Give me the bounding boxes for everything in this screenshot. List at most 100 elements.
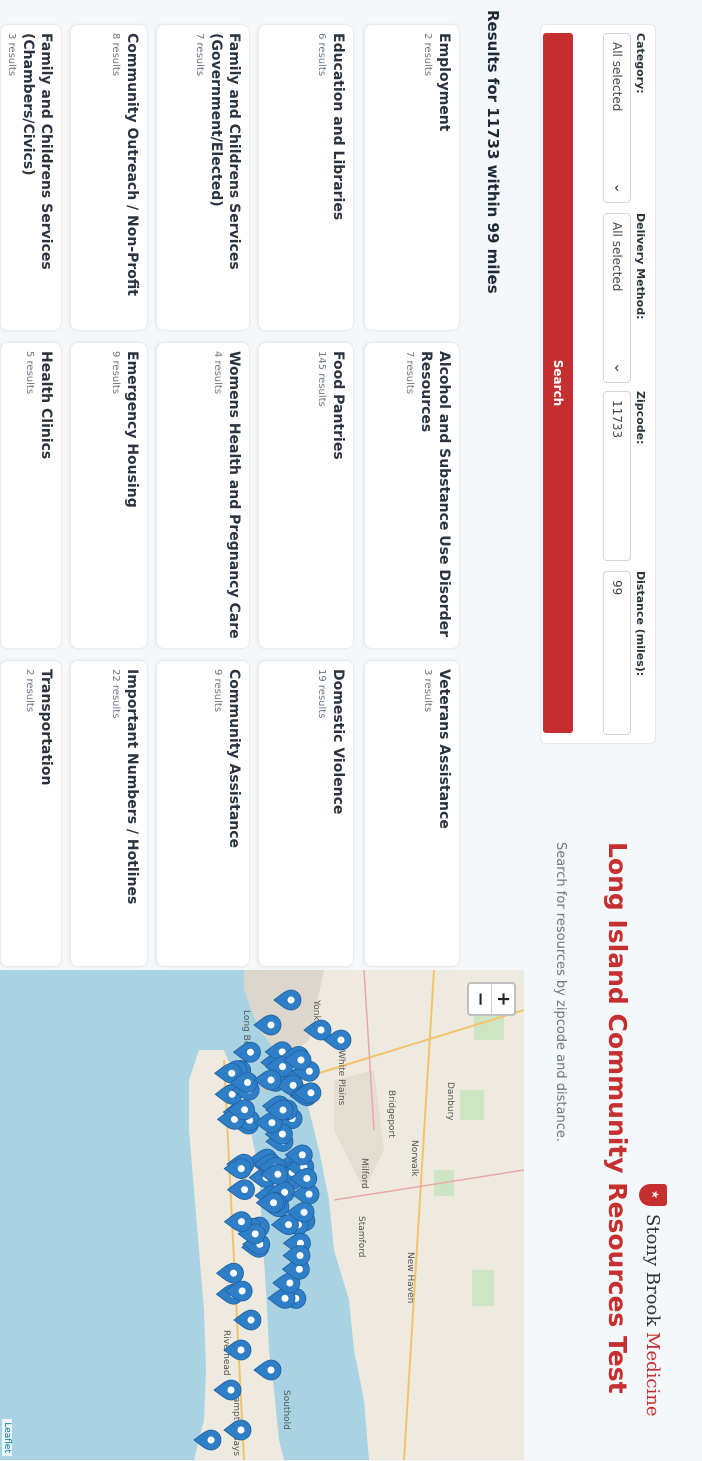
result-card[interactable]: Education and Libraries 6 results xyxy=(258,24,354,331)
result-card-count: 2 results xyxy=(422,33,433,77)
result-card-count: 22 results xyxy=(110,669,121,719)
page-title: Long Island Community Resources Test xyxy=(603,842,632,1394)
map-marker-dot xyxy=(285,1221,293,1229)
search-button[interactable]: Search xyxy=(543,33,573,733)
result-card-title: Community Outreach / Non-Profit xyxy=(124,33,140,296)
result-card-count: 8 results xyxy=(110,33,121,77)
category-select[interactable]: All selected ⌄ xyxy=(603,33,631,203)
svg-text:New Haven: New Haven xyxy=(405,1252,415,1303)
result-card[interactable]: Community Outreach / Non-Profit 8 results xyxy=(70,24,148,331)
map-marker-dot xyxy=(278,1130,286,1138)
result-card-title: Education and Libraries xyxy=(330,33,346,221)
result-card-count: 145 results xyxy=(316,351,327,407)
result-card[interactable]: Womens Health and Pregnancy Care 4 result… xyxy=(156,342,250,649)
result-card-title: Womens Health and Pregnancy Care xyxy=(226,351,242,639)
map-marker-dot xyxy=(238,1287,246,1295)
result-card-count: 6 results xyxy=(316,33,327,77)
stony-brook-logo[interactable]: Stony Brook Medicine xyxy=(639,1184,667,1417)
result-card-title: Domestic Violence xyxy=(330,669,346,815)
result-card-count: 19 results xyxy=(316,669,327,719)
result-card-count: 3 results xyxy=(422,669,433,713)
result-card-count: 9 results xyxy=(110,351,121,395)
result-card[interactable]: Emergency Housing 9 results xyxy=(70,342,148,649)
zipcode-label: Zipcode: xyxy=(634,391,647,445)
logo-text: Stony Brook xyxy=(642,1214,664,1327)
result-card[interactable]: Health Clinics 5 results xyxy=(0,342,62,649)
map-tiles: Danbury Bridgeport Norwalk Stamford Milf… xyxy=(189,970,524,1460)
result-card[interactable]: Family and Childrens Services (Governmen… xyxy=(156,24,250,331)
result-card[interactable]: Veterans Assistance 3 results xyxy=(364,660,460,967)
results-heading: Results for 11733 within 99 miles xyxy=(484,10,502,294)
map-marker-dot xyxy=(289,1081,297,1089)
zoom-control[interactable]: + − xyxy=(467,982,516,1016)
map-marker-dot xyxy=(244,1079,252,1087)
map-marker-dot xyxy=(227,1386,235,1394)
map-marker-dot xyxy=(281,1294,289,1302)
map-marker-dot xyxy=(269,1199,277,1207)
result-card[interactable]: Family and Childrens Services (Chambers/… xyxy=(0,24,62,331)
filter-panel: Category: All selected ⌄ Delivery Method… xyxy=(540,24,656,744)
result-card-title: Family and Childrens Services (Chambers/… xyxy=(20,33,54,270)
map-marker-dot xyxy=(297,1056,305,1064)
map-marker-dot xyxy=(274,1170,282,1178)
chevron-down-icon: ⌄ xyxy=(611,362,627,374)
svg-text:Southold: Southold xyxy=(281,1390,291,1430)
result-card[interactable]: Important Numbers / Hotlines 22 results xyxy=(70,660,148,967)
result-card-title: Veterans Assistance xyxy=(436,669,452,829)
map-marker-dot xyxy=(279,1106,287,1114)
result-card[interactable]: Transportation 2 results xyxy=(0,660,62,967)
zipcode-input[interactable]: 11733 xyxy=(603,391,631,561)
result-card[interactable]: Employment 2 results xyxy=(364,24,460,331)
zoom-out-button[interactable]: − xyxy=(469,984,492,1014)
result-card-count: 7 results xyxy=(404,351,415,395)
map-marker-dot xyxy=(305,1190,313,1198)
chevron-down-icon: ⌄ xyxy=(611,182,627,194)
delivery-method-field: Delivery Method: All selected ⌄ xyxy=(603,213,647,383)
map-marker-dot xyxy=(237,1346,245,1354)
result-card-title: Alcohol and Substance Use Disorder Resou… xyxy=(418,351,452,638)
map-marker-dot xyxy=(267,1076,275,1084)
map-marker-dot xyxy=(305,1067,313,1075)
zoom-in-button[interactable]: + xyxy=(492,984,514,1014)
map-marker-dot xyxy=(303,1174,311,1182)
result-card-count: 2 results xyxy=(24,669,35,713)
zipcode-field: Zipcode: 11733 xyxy=(603,391,647,561)
svg-text:Norwalk: Norwalk xyxy=(409,1140,419,1177)
result-card-title: Health Clinics xyxy=(38,351,54,460)
result-card-count: 3 results xyxy=(6,33,17,77)
result-card[interactable]: Food Pantries 145 results xyxy=(258,342,354,649)
result-card[interactable]: Alcohol and Substance Use Disorder Resou… xyxy=(364,342,460,649)
svg-text:Danbury: Danbury xyxy=(445,1082,455,1121)
map-marker-dot xyxy=(230,1269,238,1277)
delivery-method-value: All selected xyxy=(610,222,624,292)
distance-field: Distance (miles): 99 xyxy=(603,571,647,735)
category-label: Category: xyxy=(634,33,647,94)
result-card[interactable]: Community Assistance 9 results xyxy=(156,660,250,967)
result-card-count: 9 results xyxy=(212,669,223,713)
map-marker-dot xyxy=(300,1208,308,1216)
map-marker-dot xyxy=(237,1426,245,1434)
map-marker-dot xyxy=(267,1021,275,1029)
delivery-method-select[interactable]: All selected ⌄ xyxy=(603,213,631,383)
svg-text:Bridgeport: Bridgeport xyxy=(386,1090,396,1138)
svg-text:Stamford: Stamford xyxy=(356,1216,366,1257)
map-marker-dot xyxy=(279,1063,287,1071)
page: Stony Brook Medicine Long Island Communi… xyxy=(0,0,702,1461)
resource-map[interactable]: Danbury Bridgeport Norwalk Stamford Milf… xyxy=(0,970,524,1460)
result-card-title: Important Numbers / Hotlines xyxy=(124,669,140,905)
result-card[interactable]: Domestic Violence 19 results xyxy=(258,660,354,967)
map-marker-dot xyxy=(295,1265,303,1273)
map-marker-dot xyxy=(247,1316,255,1324)
shield-icon xyxy=(639,1184,667,1206)
map-marker-dot xyxy=(307,1089,315,1097)
map-marker-dot xyxy=(268,1119,276,1127)
map-marker-dot xyxy=(296,1252,304,1260)
delivery-method-label: Delivery Method: xyxy=(634,213,647,320)
distance-input[interactable]: 99 xyxy=(603,571,631,735)
result-card-title: Transportation xyxy=(38,669,54,786)
result-card-count: 4 results xyxy=(212,351,223,395)
result-card-title: Community Assistance xyxy=(226,669,242,849)
category-field: Category: All selected ⌄ xyxy=(603,33,647,203)
leaflet-attribution-link[interactable]: Leaflet xyxy=(2,1419,12,1456)
result-card-title: Emergency Housing xyxy=(124,351,140,508)
